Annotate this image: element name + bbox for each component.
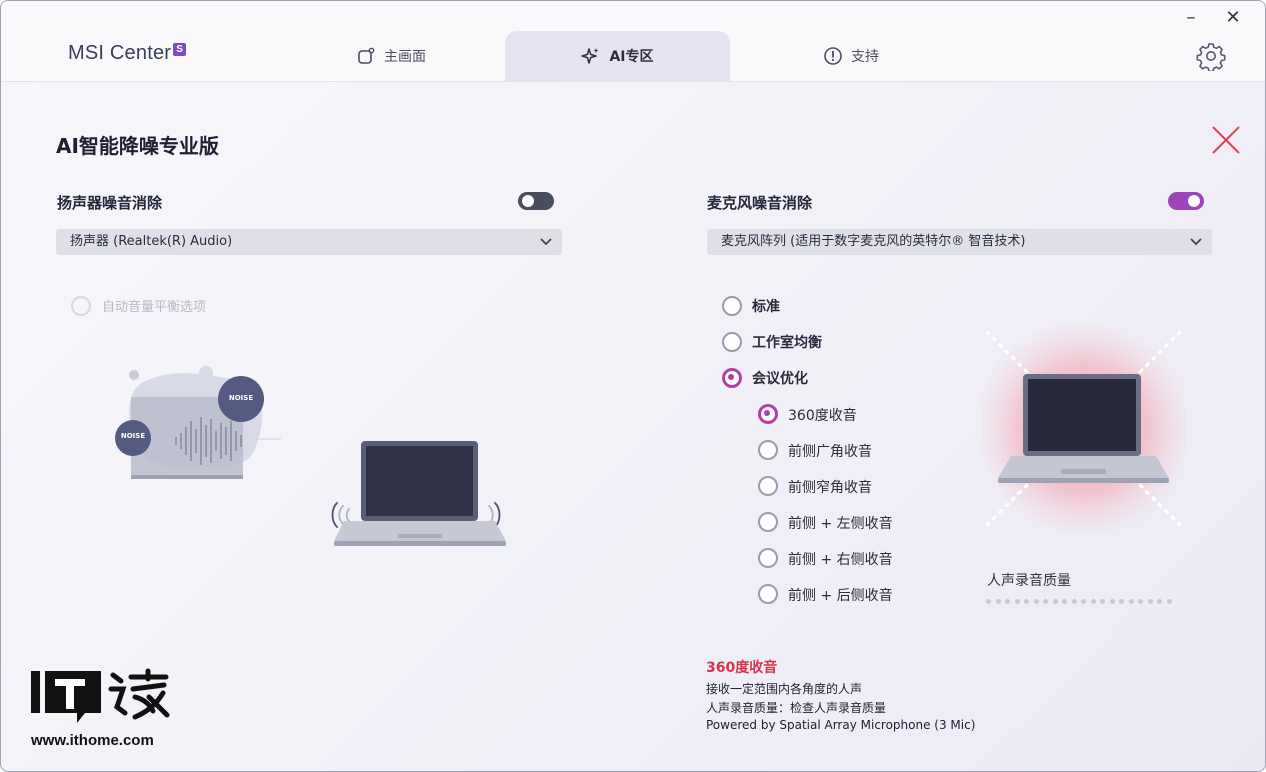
tab-support-label: 支持 bbox=[851, 49, 879, 65]
close-window-button[interactable]: ✕ bbox=[1223, 7, 1243, 28]
info-line-2: 人声录音质量：检查人声录音质量 bbox=[706, 701, 887, 715]
minimize-button[interactable]: – bbox=[1181, 7, 1201, 28]
mode-studio-label: 工作室均衡 bbox=[752, 335, 822, 351]
submode-360-radio[interactable] bbox=[758, 404, 778, 424]
mic-noise-toggle[interactable] bbox=[1168, 192, 1204, 210]
tab-ai-zone[interactable]: AI专区 bbox=[505, 31, 730, 81]
mode-standard-label: 标准 bbox=[752, 299, 780, 315]
noise-badge-left: NOISE bbox=[120, 432, 146, 440]
gear-icon[interactable] bbox=[1196, 41, 1226, 71]
voice-quality-label: 人声录音质量 bbox=[987, 573, 1071, 589]
toggle-knob bbox=[1188, 195, 1200, 207]
submode-front-narrow-radio[interactable] bbox=[758, 476, 778, 496]
speaker-noise-illustration bbox=[115, 366, 506, 546]
chevron-down-icon bbox=[1190, 229, 1202, 264]
noise-badge-right: NOISE bbox=[228, 394, 254, 402]
tab-home[interactable]: 主画面 bbox=[301, 31, 481, 81]
auto-balance-label: 自动音量平衡选项 bbox=[102, 300, 207, 315]
mic-pickup-illustration bbox=[981, 326, 1186, 531]
speaker-noise-label: 扬声器噪音消除 bbox=[57, 194, 163, 212]
mode-meeting-radio[interactable] bbox=[722, 368, 742, 388]
home-icon bbox=[358, 47, 375, 64]
submode-front-back-radio[interactable] bbox=[758, 584, 778, 604]
voice-quality-meter bbox=[986, 599, 1172, 604]
speaker-device-value: 扬声器 (Realtek(R) Audio) bbox=[70, 234, 233, 249]
info-title: 360度收音 bbox=[706, 660, 778, 676]
auto-balance-radio[interactable] bbox=[71, 296, 91, 316]
msi-center-window: MSI Center S 主画面 AI专区 支持 – ✕ AI智能降噪专业版 扬… bbox=[0, 0, 1266, 772]
submode-front-wide-radio[interactable] bbox=[758, 440, 778, 460]
mode-meeting-label: 会议优化 bbox=[752, 371, 808, 387]
app-badge: S bbox=[173, 43, 187, 56]
close-panel-icon[interactable] bbox=[1209, 123, 1243, 157]
page-title: AI智能降噪专业版 bbox=[56, 134, 219, 158]
mode-standard-radio[interactable] bbox=[722, 296, 742, 316]
submode-360-label: 360度收音 bbox=[788, 408, 857, 424]
info-line-1: 接收一定范围内各角度的人声 bbox=[706, 682, 863, 696]
submode-front-left-radio[interactable] bbox=[758, 512, 778, 532]
watermark-url: www.ithome.com bbox=[31, 732, 154, 749]
sparkle-icon bbox=[581, 48, 599, 64]
info-line-3: Powered by Spatial Array Microphone (3 M… bbox=[706, 718, 976, 732]
app-logo: MSI Center S bbox=[68, 42, 187, 65]
chevron-down-icon bbox=[540, 229, 552, 264]
submode-front-left-label: 前侧 + 左侧收音 bbox=[788, 516, 893, 532]
ithome-logo bbox=[31, 668, 170, 723]
app-name: MSI Center bbox=[68, 42, 172, 64]
alert-circle-icon bbox=[824, 47, 842, 65]
submode-front-right-label: 前侧 + 右侧收音 bbox=[788, 552, 893, 568]
mic-device-value: 麦克风阵列 (适用于数字麦克风的英特尔® 智音技术) bbox=[721, 234, 1026, 249]
tab-ai-zone-label: AI专区 bbox=[609, 49, 654, 65]
tab-home-label: 主画面 bbox=[384, 49, 426, 65]
app-header: MSI Center S 主画面 AI专区 支持 – ✕ bbox=[1, 1, 1265, 82]
submode-front-right-radio[interactable] bbox=[758, 548, 778, 568]
tab-support[interactable]: 支持 bbox=[761, 31, 941, 81]
submode-front-back-label: 前侧 + 后侧收音 bbox=[788, 588, 893, 604]
mode-studio-radio[interactable] bbox=[722, 332, 742, 352]
submode-front-wide-label: 前侧广角收音 bbox=[788, 444, 872, 460]
mic-noise-label: 麦克风噪音消除 bbox=[707, 194, 813, 212]
submode-front-narrow-label: 前侧窄角收音 bbox=[788, 480, 872, 496]
speaker-noise-toggle[interactable] bbox=[518, 192, 554, 210]
mic-device-select[interactable]: 麦克风阵列 (适用于数字麦克风的英特尔® 智音技术) bbox=[707, 229, 1212, 255]
toggle-knob bbox=[522, 195, 534, 207]
speaker-device-select[interactable]: 扬声器 (Realtek(R) Audio) bbox=[56, 229, 562, 255]
